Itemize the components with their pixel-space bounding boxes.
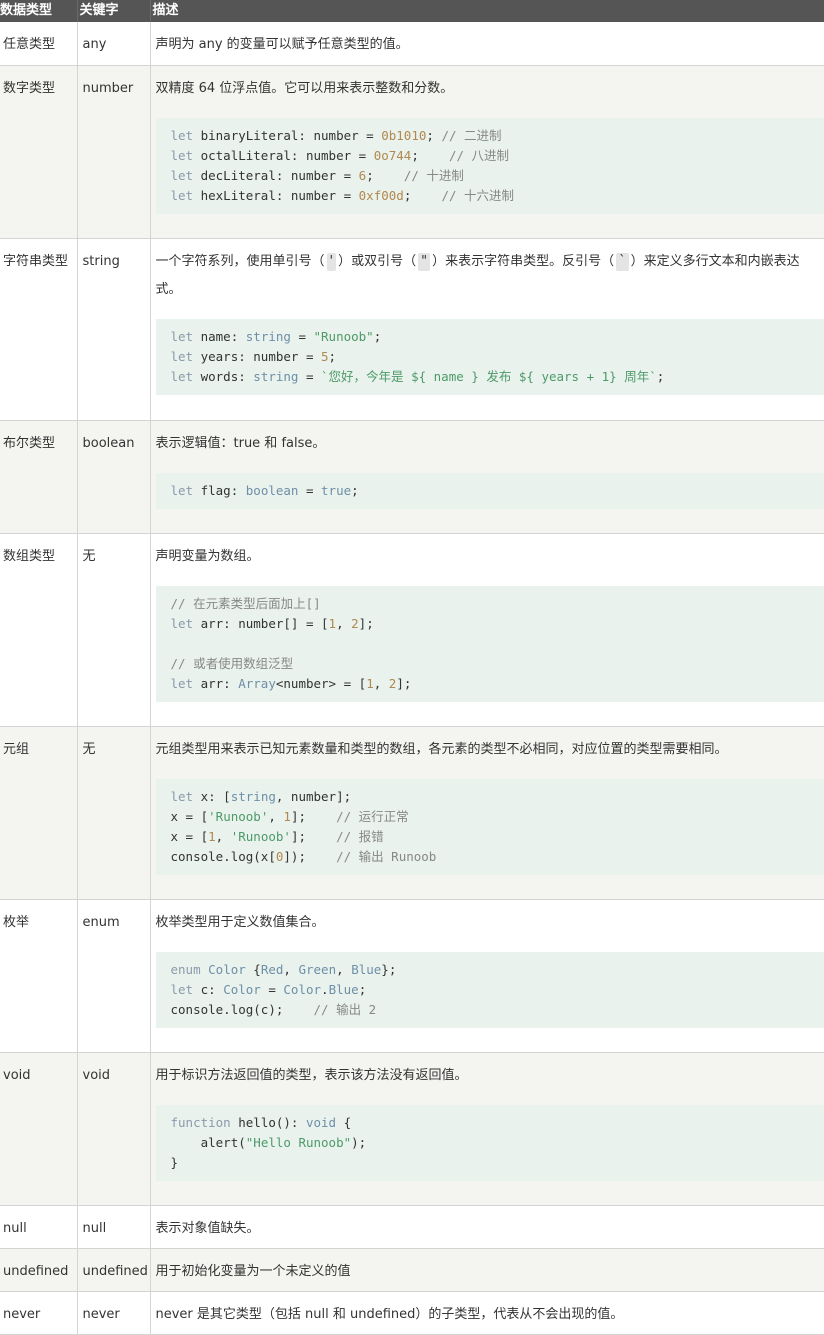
- table-row: nullnull表示对象值缺失。: [0, 1205, 824, 1248]
- code-line: x = [1, 'Runoob']; // 报错: [171, 827, 824, 847]
- cell-type: 字符串类型: [0, 238, 77, 420]
- cell-description: 声明为 any 的变量可以赋予任意类型的值。: [150, 22, 824, 65]
- cell-description: 双精度 64 位浮点值。它可以用来表示整数和分数。 let binaryLiter…: [150, 65, 824, 238]
- code-line: let decLiteral: number = 6; // 十进制: [171, 166, 824, 186]
- code-line: let octalLiteral: number = 0o744; // 八进制: [171, 146, 824, 166]
- cell-type: undefined: [0, 1248, 77, 1291]
- cell-type: 布尔类型: [0, 420, 77, 533]
- cell-type: 任意类型: [0, 22, 77, 65]
- code-line: function hello(): void {: [171, 1113, 824, 1133]
- table-row: voidvoid用于标识方法返回值的类型，表示该方法没有返回值。function…: [0, 1052, 824, 1205]
- description-text: 元组类型用来表示已知元素数量和类型的数组，各元素的类型不必相同，对应位置的类型需…: [156, 736, 824, 764]
- header-type: 数据类型: [0, 0, 77, 22]
- description-text: 表示对象值缺失。: [156, 1215, 824, 1243]
- code-block: let x: [string, number];x = ['Runoob', 1…: [156, 779, 824, 875]
- code-line: let name: string = "Runoob";: [171, 327, 824, 347]
- code-line: let flag: boolean = true;: [171, 481, 824, 501]
- description-text: never 是其它类型（包括 null 和 undefined）的子类型，代表从…: [156, 1301, 824, 1329]
- description-text: 表示逻辑值：true 和 false。: [156, 430, 824, 458]
- code-line: enum Color {Red, Green, Blue};: [171, 960, 824, 980]
- cell-type: null: [0, 1205, 77, 1248]
- code-line: let binaryLiteral: number = 0b1010; // 二…: [171, 126, 824, 146]
- quote-char: ": [418, 253, 430, 271]
- description-text: 声明变量为数组。: [156, 543, 824, 571]
- cell-keyword: void: [77, 1052, 150, 1205]
- cell-keyword: string: [77, 238, 150, 420]
- cell-description: 表示逻辑值：true 和 false。 let flag: boolean = t…: [150, 420, 824, 533]
- cell-keyword: boolean: [77, 420, 150, 533]
- data-types-table: 数据类型 关键字 描述 任意类型any声明为 any 的变量可以赋予任意类型的值…: [0, 0, 824, 1335]
- cell-description: 一个字符系列，使用单引号（'）或双引号（"）来表示字符串类型。反引号（`）来定义…: [150, 238, 824, 420]
- code-line: alert("Hello Runoob");: [171, 1133, 824, 1153]
- code-block: let name: string = "Runoob";let years: n…: [156, 319, 824, 395]
- code-line: x = ['Runoob', 1]; // 运行正常: [171, 807, 824, 827]
- code-line: // 在元素类型后面加上[]: [171, 594, 824, 614]
- description-text: 用于标识方法返回值的类型，表示该方法没有返回值。: [156, 1062, 824, 1090]
- table-row: 枚举enum枚举类型用于定义数值集合。 enum Color {Red, Gree…: [0, 899, 824, 1052]
- code-line: let words: string = `您好，今年是 ${ name } 发布…: [171, 367, 824, 387]
- quote-char: `: [616, 253, 629, 271]
- code-line: console.log(x[0]); // 输出 Runoob: [171, 847, 824, 867]
- description-text: 用于初始化变量为一个未定义的值: [156, 1258, 824, 1286]
- table-row: 数组类型无声明变量为数组。 // 在元素类型后面加上[]let arr: numb…: [0, 533, 824, 726]
- cell-keyword: undefined: [77, 1248, 150, 1291]
- cell-keyword: number: [77, 65, 150, 238]
- cell-type: 枚举: [0, 899, 77, 1052]
- code-block: enum Color {Red, Green, Blue};let c: Col…: [156, 952, 824, 1028]
- cell-description: 元组类型用来表示已知元素数量和类型的数组，各元素的类型不必相同，对应位置的类型需…: [150, 726, 824, 899]
- description-text: 双精度 64 位浮点值。它可以用来表示整数和分数。: [156, 75, 824, 103]
- code-block: let flag: boolean = true;: [156, 473, 824, 509]
- table-row: 数字类型number双精度 64 位浮点值。它可以用来表示整数和分数。 let b…: [0, 65, 824, 238]
- quote-char: ': [327, 253, 337, 271]
- cell-keyword: 无: [77, 533, 150, 726]
- cell-description: 用于初始化变量为一个未定义的值: [150, 1248, 824, 1291]
- table-row: 布尔类型boolean表示逻辑值：true 和 false。 let flag: …: [0, 420, 824, 533]
- description-fragment: ）来表示字符串类型。反引号（: [432, 254, 614, 269]
- code-line: console.log(c); // 输出 2: [171, 1000, 824, 1020]
- header-keyword: 关键字: [77, 0, 150, 22]
- code-line: [171, 634, 824, 654]
- cell-type: 数组类型: [0, 533, 77, 726]
- table-row: 元组无元组类型用来表示已知元素数量和类型的数组，各元素的类型不必相同，对应位置的…: [0, 726, 824, 899]
- table-row: 字符串类型string一个字符系列，使用单引号（'）或双引号（"）来表示字符串类…: [0, 238, 824, 420]
- table-row: 任意类型any声明为 any 的变量可以赋予任意类型的值。: [0, 22, 824, 65]
- code-line: let arr: Array<number> = [1, 2];: [171, 674, 824, 694]
- cell-description: 用于标识方法返回值的类型，表示该方法没有返回值。 function hello()…: [150, 1052, 824, 1205]
- description-text: 声明为 any 的变量可以赋予任意类型的值。: [156, 31, 824, 59]
- code-block: function hello(): void { alert("Hello Ru…: [156, 1105, 824, 1181]
- code-line: let c: Color = Color.Blue;: [171, 980, 824, 1000]
- description-text: 一个字符系列，使用单引号（'）或双引号（"）来表示字符串类型。反引号（`）来定义…: [156, 248, 824, 304]
- table-header-row: 数据类型 关键字 描述: [0, 0, 824, 22]
- description-fragment: 一个字符系列，使用单引号（: [156, 254, 325, 269]
- cell-description: 表示对象值缺失。: [150, 1205, 824, 1248]
- code-line: let hexLiteral: number = 0xf00d; // 十六进制: [171, 186, 824, 206]
- cell-description: 枚举类型用于定义数值集合。 enum Color {Red, Green, Blu…: [150, 899, 824, 1052]
- cell-type: 数字类型: [0, 65, 77, 238]
- cell-keyword: null: [77, 1205, 150, 1248]
- cell-keyword: enum: [77, 899, 150, 1052]
- code-line: // 或者使用数组泛型: [171, 654, 824, 674]
- description-text: 枚举类型用于定义数值集合。: [156, 909, 824, 937]
- code-line: let x: [string, number];: [171, 787, 824, 807]
- cell-type: 元组: [0, 726, 77, 899]
- header-description: 描述: [150, 0, 824, 22]
- description-fragment: ）或双引号（: [338, 254, 416, 269]
- cell-description: 声明变量为数组。 // 在元素类型后面加上[]let arr: number[] …: [150, 533, 824, 726]
- code-line: let years: number = 5;: [171, 347, 824, 367]
- code-line: let arr: number[] = [1, 2];: [171, 614, 824, 634]
- code-line: }: [171, 1153, 824, 1173]
- table-body: 任意类型any声明为 any 的变量可以赋予任意类型的值。数字类型number双…: [0, 22, 824, 1334]
- code-block: // 在元素类型后面加上[]let arr: number[] = [1, 2]…: [156, 586, 824, 702]
- cell-type: void: [0, 1052, 77, 1205]
- cell-keyword: any: [77, 22, 150, 65]
- table-row: undefinedundefined用于初始化变量为一个未定义的值: [0, 1248, 824, 1291]
- code-block: let binaryLiteral: number = 0b1010; // 二…: [156, 118, 824, 214]
- cell-keyword: 无: [77, 726, 150, 899]
